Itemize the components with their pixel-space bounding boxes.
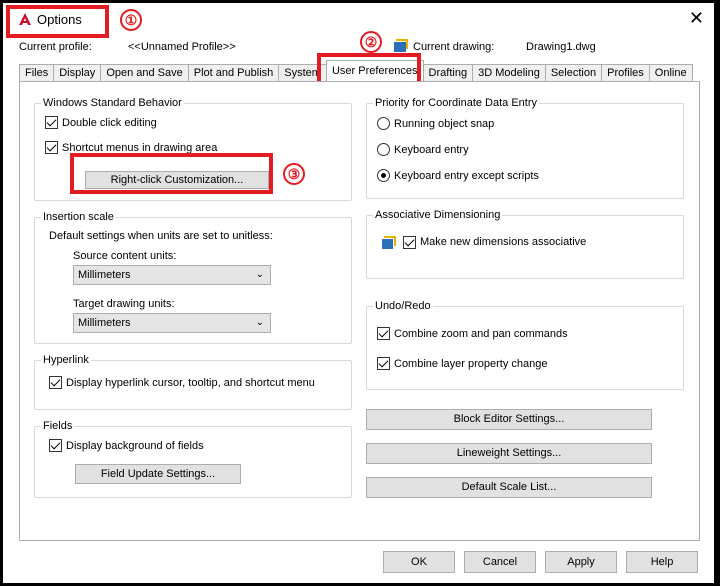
checkbox-box[interactable] [49, 439, 62, 452]
checkbox-box[interactable] [403, 235, 416, 249]
tab-online[interactable]: Online [648, 64, 693, 82]
chevron-down-icon: ⌄ [255, 317, 264, 328]
checkbox-box[interactable] [45, 141, 58, 154]
radio-circle[interactable] [377, 143, 390, 156]
checkbox-label: Display hyperlink cursor, tooltip, and s… [66, 376, 315, 389]
tab-open-and-save[interactable]: Open and Save [100, 64, 189, 82]
radio-circle[interactable] [377, 169, 390, 182]
radio-label: Keyboard entry [394, 143, 469, 156]
target-units-select[interactable]: Millimeters ⌄ [73, 313, 271, 333]
checkbox-box[interactable] [377, 357, 390, 370]
group-label: Fields [41, 420, 75, 432]
checkbox-label: Double click editing [62, 116, 157, 129]
group-label: Windows Standard Behavior [41, 97, 184, 109]
ok-button[interactable]: OK [383, 551, 455, 573]
title-bar: Options ✕ [3, 3, 714, 37]
annotation-box-3 [70, 153, 273, 194]
block-editor-settings-button[interactable]: Block Editor Settings... [366, 409, 652, 430]
group-label: Associative Dimensioning [373, 209, 503, 221]
lineweight-settings-button[interactable]: Lineweight Settings... [366, 443, 652, 464]
fields-group: Fields Display background of fields Fiel… [34, 420, 352, 498]
tab-profiles[interactable]: Profiles [601, 64, 650, 82]
group-label: Insertion scale [41, 211, 116, 223]
combine-zoom-pan-checkbox[interactable]: Combine zoom and pan commands [377, 327, 568, 340]
checkbox-label: Combine zoom and pan commands [394, 327, 568, 340]
select-value: Millimeters [78, 269, 131, 281]
chevron-down-icon: ⌄ [255, 269, 264, 280]
checkbox-label: Combine layer property change [394, 357, 548, 370]
annotation-number-1: ① [120, 9, 142, 31]
running-object-snap-radio[interactable]: Running object snap [377, 117, 494, 130]
annotation-box-1 [6, 5, 109, 38]
insertion-scale-group: Insertion scale Default settings when un… [34, 211, 352, 344]
current-profile-value: <<Unnamed Profile>> [128, 41, 236, 53]
target-units-label: Target drawing units: [73, 298, 175, 310]
apply-button[interactable]: Apply [545, 551, 617, 573]
tab-files[interactable]: Files [19, 64, 55, 82]
annotation-number-3: ③ [283, 163, 305, 185]
checkbox-label: Display background of fields [66, 439, 204, 452]
tab-selection[interactable]: Selection [544, 64, 603, 82]
annotation-number-2: ② [360, 31, 382, 53]
source-units-select[interactable]: Millimeters ⌄ [73, 265, 271, 285]
make-new-dimensions-checkbox[interactable]: Make new dimensions associative [381, 234, 586, 250]
cancel-button[interactable]: Cancel [464, 551, 536, 573]
keyboard-entry-radio[interactable]: Keyboard entry [377, 143, 469, 156]
field-update-settings-button[interactable]: Field Update Settings... [75, 464, 241, 484]
current-drawing-value: Drawing1.dwg [526, 41, 596, 53]
dimension-icon [382, 236, 396, 249]
associative-dimensioning-group: Associative Dimensioning Make new dimens… [366, 209, 684, 279]
checkbox-box[interactable] [377, 327, 390, 340]
user-preferences-panel: Windows Standard Behavior Double click e… [19, 81, 700, 541]
select-value: Millimeters [78, 317, 131, 329]
radio-label: Running object snap [394, 117, 495, 130]
double-click-editing-checkbox[interactable]: Double click editing [45, 116, 157, 129]
combine-layer-property-checkbox[interactable]: Combine layer property change [377, 357, 547, 370]
help-button[interactable]: Help [626, 551, 698, 573]
source-units-label: Source content units: [73, 250, 177, 262]
current-profile-label: Current profile: [19, 41, 92, 53]
radio-label: Keyboard entry except scripts [394, 169, 539, 182]
priority-group: Priority for Coordinate Data Entry Runni… [366, 97, 684, 199]
hyperlink-group: Hyperlink Display hyperlink cursor, tool… [34, 354, 352, 410]
group-label: Hyperlink [41, 354, 91, 366]
display-hyperlink-checkbox[interactable]: Display hyperlink cursor, tooltip, and s… [49, 376, 315, 389]
current-drawing-label: Current drawing: [413, 41, 495, 53]
insertion-scale-description: Default settings when units are set to u… [49, 230, 273, 242]
checkbox-box[interactable] [45, 116, 58, 129]
tab-3d-modeling[interactable]: 3D Modeling [472, 64, 546, 82]
tab-plot-and-publish[interactable]: Plot and Publish [187, 64, 280, 82]
group-label: Undo/Redo [373, 300, 433, 312]
keyboard-entry-except-scripts-radio[interactable]: Keyboard entry except scripts [377, 169, 539, 182]
options-dialog: Options ✕ ① Current profile: <<Unnamed P… [3, 3, 714, 583]
checkbox-label: Make new dimensions associative [420, 236, 587, 248]
default-scale-list-button[interactable]: Default Scale List... [366, 477, 652, 498]
group-label: Priority for Coordinate Data Entry [373, 97, 540, 109]
close-icon[interactable]: ✕ [689, 9, 704, 29]
tab-drafting[interactable]: Drafting [422, 64, 474, 82]
undo-redo-group: Undo/Redo Combine zoom and pan commands … [366, 300, 684, 390]
display-background-checkbox[interactable]: Display background of fields [49, 439, 204, 452]
checkbox-box[interactable] [49, 376, 62, 389]
checkbox-label: Shortcut menus in drawing area [62, 141, 218, 154]
radio-circle[interactable] [377, 117, 390, 130]
drawing-icon [394, 39, 408, 52]
tab-display[interactable]: Display [53, 64, 102, 82]
